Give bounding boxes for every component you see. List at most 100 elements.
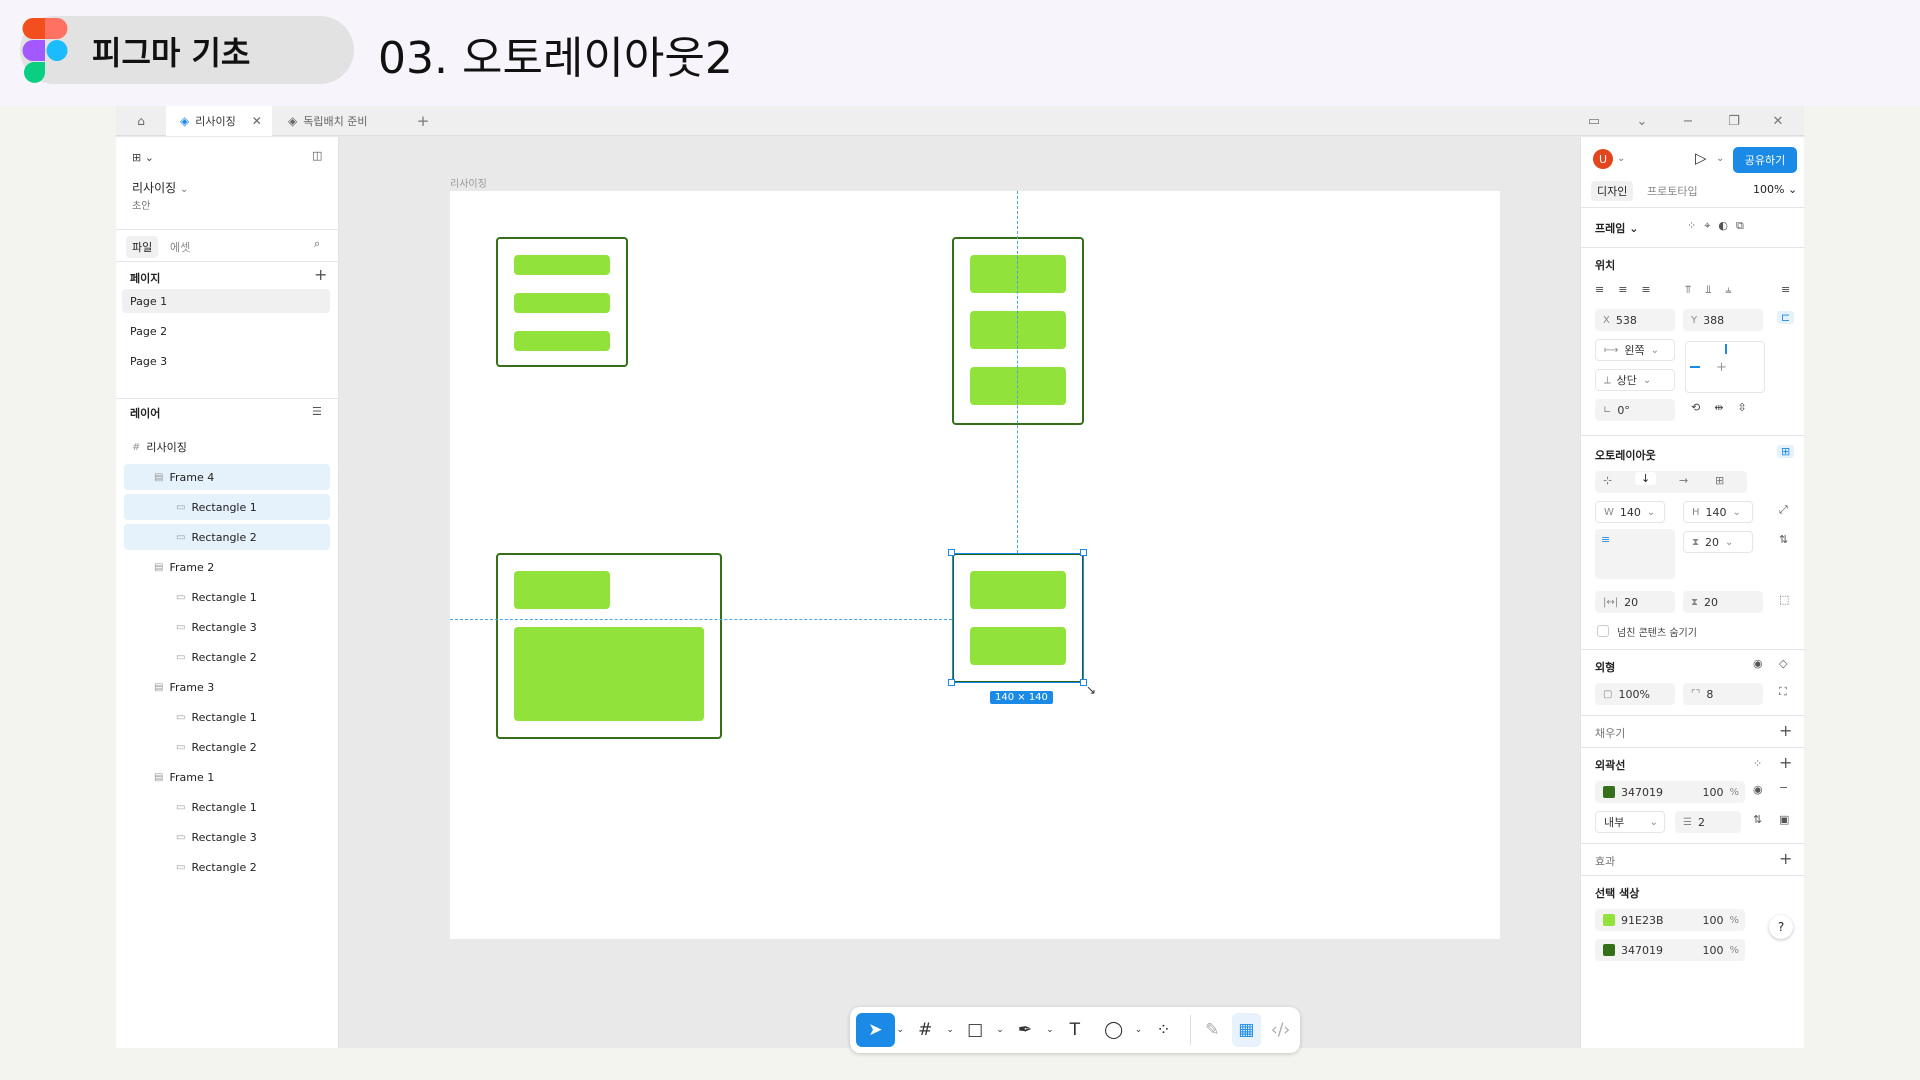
- height-field[interactable]: H 140 ⌄: [1683, 501, 1753, 523]
- zoom-level[interactable]: 100% ⌄: [1753, 183, 1797, 196]
- rectangle-2[interactable]: [514, 627, 704, 721]
- tab-independent[interactable]: ◈ 독립배치 준비: [274, 106, 394, 136]
- rectangle-1[interactable]: [970, 255, 1066, 293]
- stroke-position-select[interactable]: 내부 ⌄: [1595, 811, 1665, 833]
- draw-mode-icon[interactable]: ✎: [1193, 1013, 1232, 1047]
- rectangle-2[interactable]: [514, 331, 610, 351]
- frame-4[interactable]: [952, 553, 1084, 683]
- opacity-field[interactable]: ▢ 100%: [1595, 683, 1675, 705]
- y-field[interactable]: Y 388: [1683, 309, 1763, 331]
- layer-item[interactable]: ▭ Rectangle 2: [124, 644, 330, 670]
- rectangle-3[interactable]: [970, 311, 1066, 349]
- share-button[interactable]: 공유하기: [1733, 147, 1797, 173]
- align-top-left-icon[interactable]: ≡: [1601, 533, 1610, 546]
- autolayout-toggle-icon[interactable]: ⊞: [1777, 445, 1795, 458]
- play-icon[interactable]: ▷: [1695, 149, 1707, 167]
- resize-handle[interactable]: [1080, 549, 1087, 556]
- search-icon[interactable]: ⌕: [314, 237, 320, 251]
- distribute-icon[interactable]: ≡: [1781, 283, 1790, 296]
- vertical-constraint-select[interactable]: ⟂ 상단 ⌄: [1595, 369, 1675, 391]
- color-swatch[interactable]: [1603, 914, 1615, 926]
- constraint-left[interactable]: [1690, 366, 1700, 368]
- chevron-down-icon[interactable]: ⌄: [1632, 106, 1652, 136]
- components-tool-icon[interactable]: ⁘: [1144, 1013, 1183, 1047]
- close-icon[interactable]: ✕: [252, 114, 262, 128]
- radius-field[interactable]: ⌜⌝ 8: [1683, 683, 1763, 705]
- add-stroke-icon[interactable]: +: [1779, 753, 1792, 772]
- frame-tool-icon[interactable]: #: [906, 1013, 945, 1047]
- align-horizontal-icons[interactable]: ≡≡≡: [1595, 283, 1665, 296]
- artboard-resizing[interactable]: ↘ 140 × 140: [450, 191, 1500, 939]
- layer-item[interactable]: ▭ Rectangle 1: [124, 494, 330, 520]
- layer-item[interactable]: ▤ Frame 3: [124, 674, 330, 700]
- comment-tool-icon[interactable]: ◯: [1094, 1013, 1133, 1047]
- direction-vertical-icon[interactable]: ↓: [1635, 472, 1657, 485]
- direction-wrap-icon[interactable]: ⊹: [1603, 474, 1612, 487]
- stroke-style-icon[interactable]: ⁘: [1753, 757, 1762, 770]
- panel-toggle-icon[interactable]: ◫: [312, 149, 322, 162]
- rectangle-1[interactable]: [514, 571, 610, 609]
- constraints-widget[interactable]: +: [1685, 341, 1765, 393]
- gap-field[interactable]: ⧗ 20 ⌄: [1683, 531, 1753, 553]
- tab-design[interactable]: 디자인: [1591, 181, 1634, 201]
- frame-actions-icons[interactable]: ⁘⌖◐⧉: [1687, 219, 1752, 233]
- chevron-down-icon[interactable]: ⌄: [945, 1013, 956, 1047]
- stroke-sides-icon[interactable]: ▣: [1779, 813, 1789, 826]
- rotate-flip-icons[interactable]: ⟲⇹⇳: [1691, 401, 1761, 414]
- direction-grid-icon[interactable]: ⊞: [1715, 474, 1724, 487]
- frame-3[interactable]: [952, 237, 1084, 425]
- add-effect-icon[interactable]: +: [1779, 849, 1792, 868]
- page-item[interactable]: Page 1: [122, 289, 330, 313]
- selection-color-row[interactable]: 347019 100 %: [1595, 939, 1745, 961]
- add-page-icon[interactable]: +: [314, 265, 327, 284]
- layer-item[interactable]: ▭ Rectangle 2: [124, 734, 330, 760]
- minimize-icon[interactable]: −: [1678, 106, 1698, 136]
- color-swatch[interactable]: [1603, 944, 1615, 956]
- padding-vertical-field[interactable]: ⧗ 20: [1683, 591, 1763, 613]
- file-name[interactable]: 리사이징 ⌄: [132, 179, 188, 196]
- layer-item[interactable]: ▭ Rectangle 1: [124, 584, 330, 610]
- text-tool-icon[interactable]: T: [1055, 1013, 1094, 1047]
- tab-prototype[interactable]: 프로토타입: [1647, 183, 1698, 199]
- dev-mode-icon[interactable]: ‹/›: [1261, 1013, 1300, 1047]
- clip-content-checkbox[interactable]: [1597, 625, 1609, 637]
- help-button[interactable]: ?: [1769, 915, 1793, 939]
- stroke-width-field[interactable]: ☰ 2: [1675, 811, 1741, 833]
- home-tab[interactable]: ⌂: [116, 106, 166, 136]
- rectangle-tool-icon[interactable]: □: [956, 1013, 995, 1047]
- remove-stroke-icon[interactable]: −: [1779, 781, 1788, 794]
- collapse-layers-icon[interactable]: ☰: [312, 405, 322, 418]
- layer-item[interactable]: ▭ Rectangle 1: [124, 794, 330, 820]
- rectangle-2[interactable]: [970, 367, 1066, 405]
- sidebar-toggle-icon[interactable]: ▭: [1584, 106, 1604, 136]
- close-window-icon[interactable]: ✕: [1768, 106, 1788, 136]
- layer-item[interactable]: ▤ Frame 1: [124, 764, 330, 790]
- chevron-down-icon[interactable]: ⌄: [1133, 1013, 1144, 1047]
- tab-file[interactable]: 파일: [126, 236, 159, 258]
- restore-icon[interactable]: ❐: [1724, 106, 1744, 136]
- layer-item[interactable]: ▭ Rectangle 1: [124, 704, 330, 730]
- chevron-down-icon[interactable]: ⌄: [995, 1013, 1006, 1047]
- tab-resizing[interactable]: ◈ 리사이징 ✕: [166, 106, 272, 136]
- layer-item[interactable]: ▤ Frame 4: [124, 464, 330, 490]
- layer-item[interactable]: ▭ Rectangle 3: [124, 824, 330, 850]
- eye-icon[interactable]: ◉: [1753, 657, 1763, 670]
- new-tab-button[interactable]: +: [408, 106, 438, 136]
- x-field[interactable]: X 538: [1595, 309, 1675, 331]
- canvas[interactable]: 리사이징 ↘ 140 × 140 ➤ ⌄ # ⌄ □ ⌄ ✒ ⌄ T ◯ ⌄ ⁘…: [340, 137, 1580, 1053]
- blend-mode-icon[interactable]: ◇: [1779, 657, 1787, 670]
- direction-horizontal-icon[interactable]: →: [1679, 474, 1688, 487]
- layer-item[interactable]: # 리사이징: [124, 434, 330, 460]
- frame-2[interactable]: [496, 553, 722, 739]
- resize-mode-icon[interactable]: ⤢: [1779, 503, 1788, 517]
- align-vertical-icons[interactable]: ⫪⫫⫨: [1685, 283, 1746, 297]
- rotation-field[interactable]: ∟ 0°: [1595, 399, 1675, 421]
- padding-expand-icon[interactable]: ⬚: [1779, 593, 1789, 606]
- frame-1[interactable]: [496, 237, 628, 367]
- radius-expand-icon[interactable]: ⛶: [1779, 685, 1787, 699]
- alignment-grid[interactable]: ≡: [1595, 529, 1675, 579]
- chevron-down-icon[interactable]: ⌄: [1617, 153, 1625, 164]
- rectangle-1[interactable]: [514, 255, 610, 275]
- design-mode-icon[interactable]: ▦: [1231, 1013, 1262, 1047]
- page-item[interactable]: Page 2: [122, 319, 330, 343]
